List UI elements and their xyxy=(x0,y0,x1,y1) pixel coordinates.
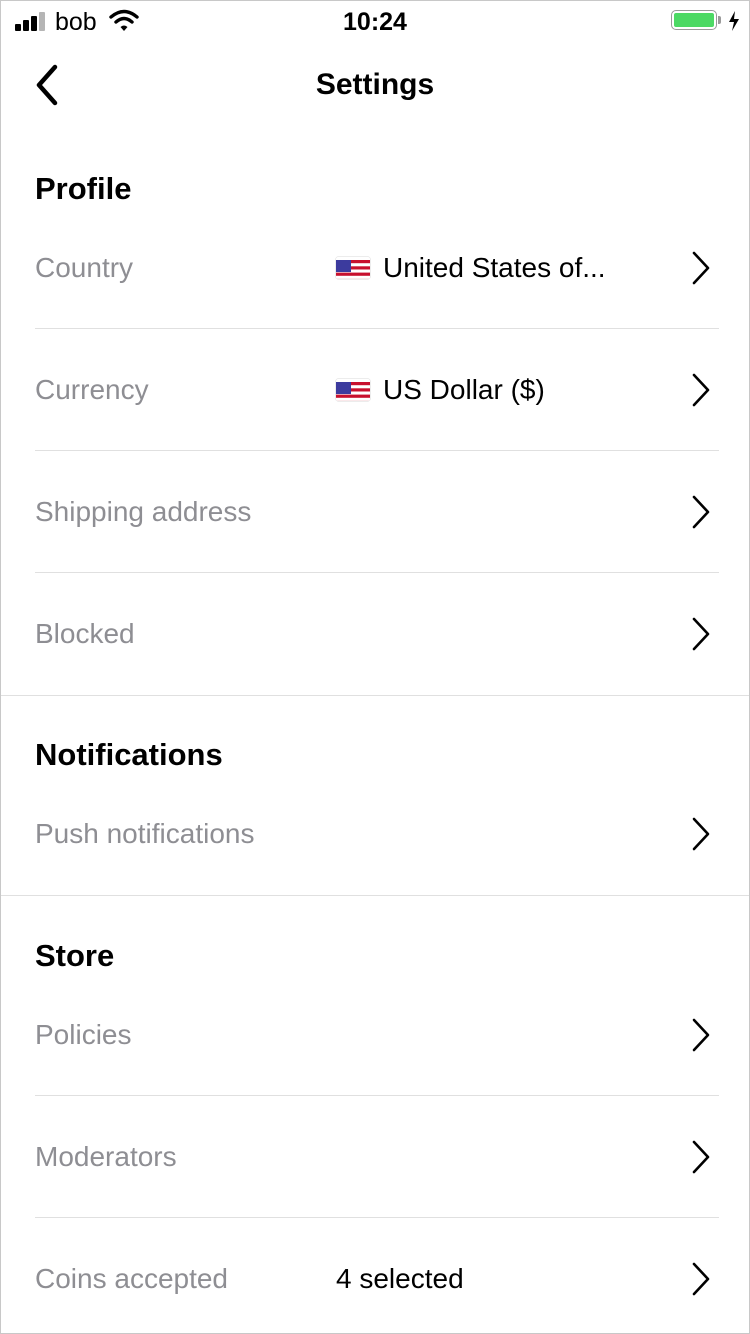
settings-row-currency[interactable]: Currency US Dollar ($) xyxy=(35,329,719,451)
settings-row-shipping-address[interactable]: Shipping address xyxy=(35,451,719,573)
row-value: US Dollar ($) xyxy=(336,329,545,451)
chevron-right-icon xyxy=(692,373,710,407)
row-label: Coins accepted xyxy=(35,1263,229,1294)
settings-row-blocked[interactable]: Blocked xyxy=(35,573,719,695)
section-title-store: Store xyxy=(35,938,115,973)
page-title: Settings xyxy=(315,68,435,101)
row-label: Blocked xyxy=(35,618,135,649)
chevron-right-icon xyxy=(692,1262,710,1296)
us-flag-icon xyxy=(336,379,370,401)
chevron-right-icon xyxy=(692,1140,710,1174)
row-label: Shipping address xyxy=(35,496,252,527)
charging-bolt-icon xyxy=(727,10,741,32)
screen: bob 10:24 Settings Profile Country Unite… xyxy=(0,0,750,1334)
battery-icon xyxy=(671,10,721,32)
chevron-right-icon xyxy=(692,817,710,851)
section-divider xyxy=(1,895,749,896)
country-value: United States of... xyxy=(383,252,606,283)
us-flag-icon xyxy=(336,257,370,279)
coins-accepted-value: 4 selected xyxy=(336,1263,464,1294)
section-title-notifications: Notifications xyxy=(35,737,223,772)
currency-value: US Dollar ($) xyxy=(383,374,545,405)
row-label: Moderators xyxy=(35,1141,177,1172)
settings-row-coins-accepted[interactable]: Coins accepted 4 selected xyxy=(35,1218,719,1333)
row-label: Country xyxy=(35,252,134,283)
settings-row-policies[interactable]: Policies xyxy=(35,974,719,1096)
section-title-profile: Profile xyxy=(35,171,132,206)
settings-row-country[interactable]: Country United States of... xyxy=(35,207,719,329)
chevron-right-icon xyxy=(692,1018,710,1052)
settings-row-moderators[interactable]: Moderators xyxy=(35,1096,719,1218)
status-time: 10:24 xyxy=(343,8,407,36)
status-bar: bob 10:24 xyxy=(1,1,749,41)
row-value: United States of... xyxy=(336,207,606,329)
chevron-right-icon xyxy=(692,495,710,529)
row-label: Currency xyxy=(35,374,149,405)
settings-row-push-notifications[interactable]: Push notifications xyxy=(35,773,719,895)
row-label: Push notifications xyxy=(35,818,255,849)
row-label: Policies xyxy=(35,1019,132,1050)
nav-bar: Settings xyxy=(1,41,749,131)
chevron-right-icon xyxy=(692,251,710,285)
section-divider xyxy=(1,695,749,696)
chevron-right-icon xyxy=(692,617,710,651)
